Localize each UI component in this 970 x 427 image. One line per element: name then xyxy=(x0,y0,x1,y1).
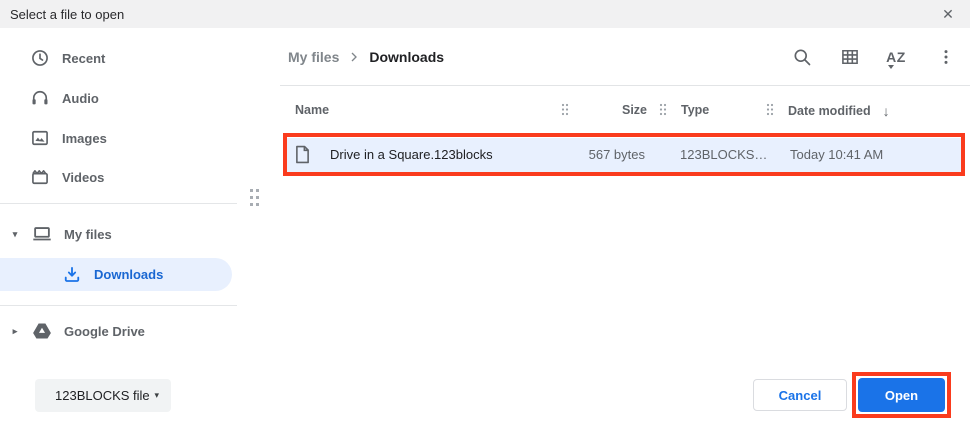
sort-descending-icon: ↓ xyxy=(883,103,890,119)
breadcrumb-downloads[interactable]: Downloads xyxy=(369,49,444,65)
dropdown-caret-icon: ▾ xyxy=(154,390,159,401)
sidebar-item-label: Videos xyxy=(62,170,104,185)
sidebar-item-label: Images xyxy=(62,131,107,146)
sidebar-item-downloads[interactable]: Downloads xyxy=(0,258,232,291)
table-header: Name Size Type Date modified ↓ xyxy=(0,95,970,129)
column-header-date-modified[interactable]: Date modified ↓ xyxy=(788,103,890,119)
file-row[interactable]: Drive in a Square.123blocks 567 bytes 12… xyxy=(287,138,961,172)
cancel-button[interactable]: Cancel xyxy=(753,379,847,411)
grid-view-icon[interactable] xyxy=(838,45,862,69)
column-header-size[interactable]: Size xyxy=(575,103,647,117)
file-size: 567 bytes xyxy=(575,147,645,162)
toolbar-divider xyxy=(280,85,970,86)
expand-caret-down-icon[interactable]: ▾ xyxy=(8,229,22,240)
video-icon xyxy=(28,165,52,189)
sidebar-item-google-drive[interactable]: ▸ Google Drive xyxy=(0,311,145,351)
sidebar-item-my-files[interactable]: ▾ My files xyxy=(0,214,112,254)
sidebar-item-label: Google Drive xyxy=(64,324,145,339)
open-button[interactable]: Open xyxy=(858,378,945,412)
column-header-type[interactable]: Type xyxy=(681,103,709,117)
file-type-filter-dropdown[interactable]: 123BLOCKS file ▾ xyxy=(35,379,171,412)
breadcrumb: My files Downloads xyxy=(288,43,444,71)
sidebar-item-label: My files xyxy=(64,227,112,242)
sidebar-item-videos[interactable]: Videos xyxy=(0,157,104,197)
sidebar-divider xyxy=(0,305,237,306)
breadcrumb-chevron-icon xyxy=(346,49,362,65)
file-name: Drive in a Square.123blocks xyxy=(330,147,493,162)
laptop-icon xyxy=(30,222,54,246)
image-icon xyxy=(28,126,52,150)
sidebar-item-label: Recent xyxy=(62,51,105,66)
expand-caret-right-icon[interactable]: ▸ xyxy=(8,326,22,337)
breadcrumb-my-files[interactable]: My files xyxy=(288,49,339,65)
column-resize-handle[interactable] xyxy=(658,101,668,117)
dialog-titlebar: Select a file to open ✕ xyxy=(0,0,970,28)
file-type: 123BLOCKS… xyxy=(680,147,767,162)
google-drive-icon xyxy=(30,319,54,343)
close-icon[interactable]: ✕ xyxy=(934,0,962,28)
file-date-modified: Today 10:41 AM xyxy=(790,147,883,162)
search-icon[interactable] xyxy=(790,45,814,69)
sidebar-item-recent[interactable]: Recent xyxy=(0,38,105,78)
file-icon xyxy=(295,145,310,164)
column-header-name[interactable]: Name xyxy=(295,103,329,117)
download-icon xyxy=(60,263,84,287)
sidebar-divider xyxy=(0,203,237,204)
column-resize-handle[interactable] xyxy=(560,101,570,117)
clock-icon xyxy=(28,46,52,70)
sort-az-icon[interactable]: AZ xyxy=(884,45,908,69)
more-vertical-icon[interactable] xyxy=(934,45,958,69)
file-picker-dialog: Select a file to open ✕ Recent Audio Ima… xyxy=(0,0,970,427)
dialog-title: Select a file to open xyxy=(10,7,124,22)
sidebar-item-label: Downloads xyxy=(94,267,163,282)
column-resize-handle[interactable] xyxy=(765,101,775,117)
sidebar-splitter-handle[interactable] xyxy=(246,186,264,210)
